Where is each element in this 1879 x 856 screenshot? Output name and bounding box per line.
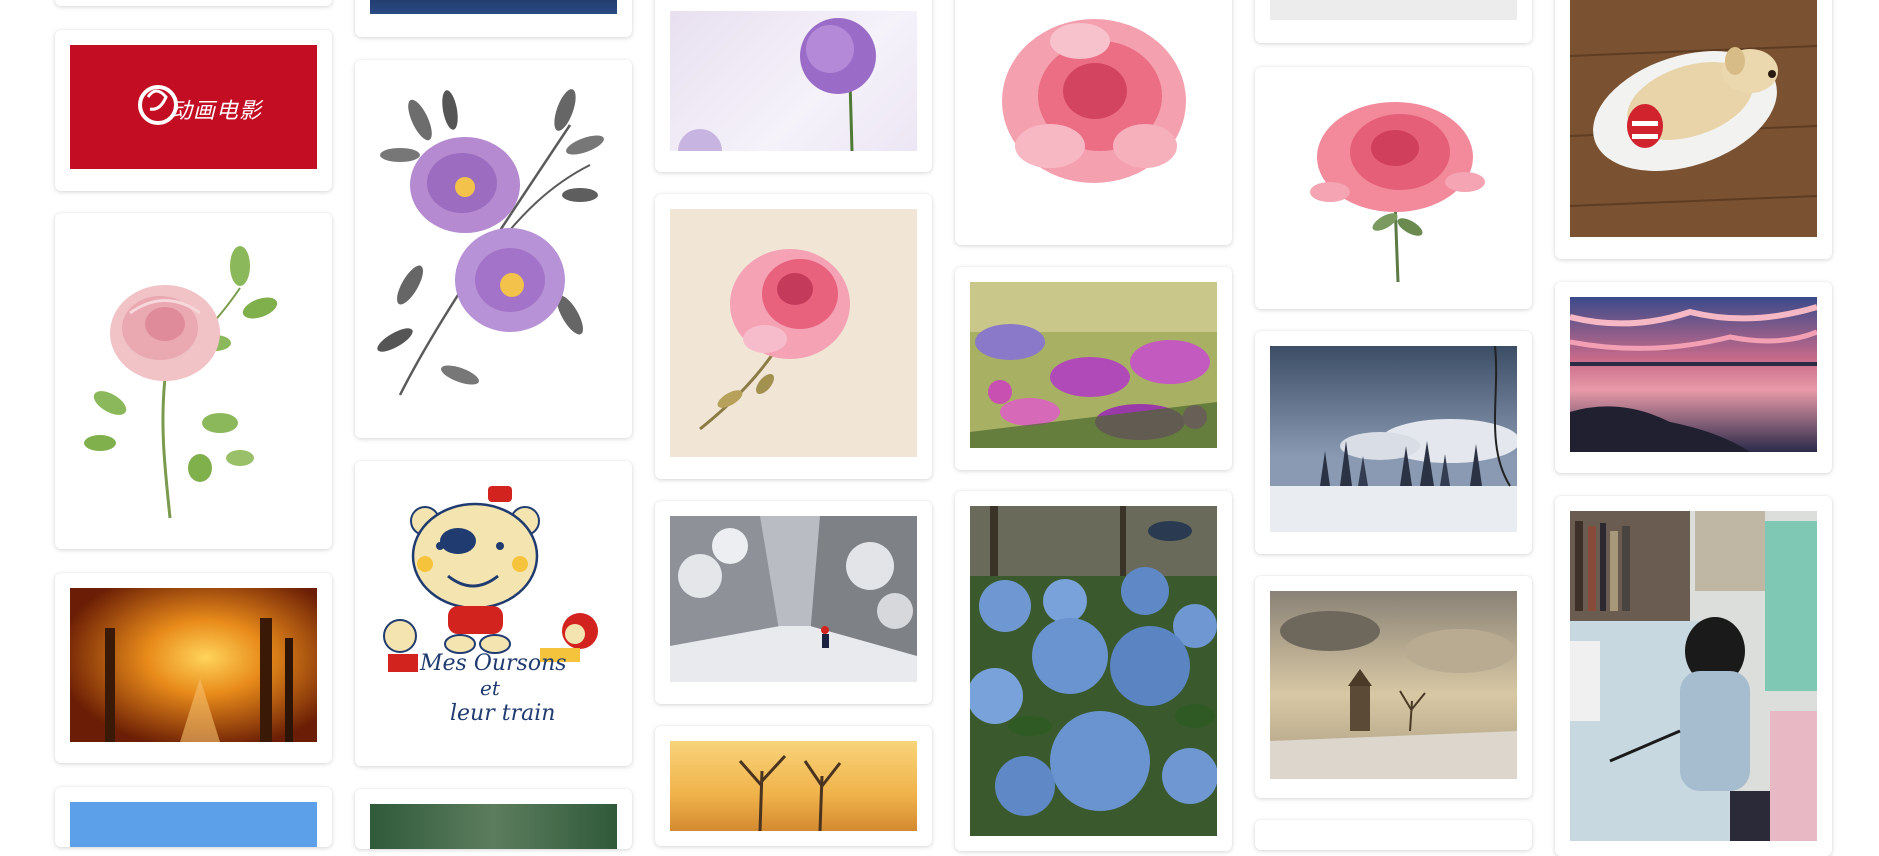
bear-title-line3: leur train bbox=[450, 701, 556, 726]
girl-at-desk-image bbox=[1570, 511, 1817, 841]
purple-peony-branch-image bbox=[370, 75, 617, 423]
image-card[interactable] bbox=[1255, 331, 1532, 554]
image-card[interactable] bbox=[1255, 0, 1532, 43]
winter-trees-landscape-image bbox=[1270, 346, 1517, 532]
image-card[interactable]: Mes Oursons et leur train bbox=[355, 461, 632, 766]
image-card[interactable] bbox=[655, 194, 932, 479]
image-card[interactable] bbox=[55, 213, 332, 549]
masonry-gallery: 动画电影 Mes Oursons et leur train bbox=[0, 0, 1879, 856]
autumn-forest-path-image bbox=[70, 588, 317, 742]
sunset-lake-image bbox=[1570, 297, 1817, 452]
hydrangea-field-image bbox=[970, 282, 1217, 448]
image-card[interactable] bbox=[55, 787, 332, 847]
blue-hydrangeas-image bbox=[970, 506, 1217, 836]
watercolor-peony-image bbox=[670, 209, 917, 457]
image-card[interactable] bbox=[655, 0, 932, 172]
image-card[interactable] bbox=[355, 0, 632, 37]
image-card[interactable] bbox=[955, 491, 1232, 851]
bear-title-line1: Mes Oursons bbox=[420, 651, 567, 676]
movie-logo-text: 动画电影 bbox=[170, 99, 263, 124]
movie-logo-image: 动画电影 bbox=[70, 45, 317, 169]
image-card[interactable] bbox=[355, 60, 632, 438]
sunset-bare-trees-image bbox=[670, 741, 917, 831]
image-card[interactable] bbox=[655, 726, 932, 846]
image-card[interactable] bbox=[1555, 0, 1832, 259]
winter-castle-painting-image bbox=[1270, 591, 1517, 779]
image-card[interactable] bbox=[55, 0, 332, 6]
bear-title-line2: et bbox=[480, 676, 500, 700]
gray-sketch-image bbox=[1270, 0, 1517, 20]
pine-snow-image bbox=[370, 804, 617, 849]
image-card[interactable] bbox=[1255, 820, 1532, 850]
dark-water-image bbox=[370, 0, 617, 14]
image-card[interactable] bbox=[655, 501, 932, 704]
watercolor-pink-rose-image bbox=[70, 228, 317, 534]
pink-peony-image bbox=[970, 0, 1217, 226]
sleeping-puppy-image bbox=[1570, 0, 1817, 237]
image-card[interactable] bbox=[1255, 576, 1532, 798]
image-card[interactable] bbox=[1555, 496, 1832, 856]
image-card[interactable] bbox=[1555, 282, 1832, 473]
image-card[interactable] bbox=[1255, 67, 1532, 309]
image-card[interactable]: 动画电影 bbox=[55, 30, 332, 191]
pink-rose-watercolor-image bbox=[1270, 82, 1517, 292]
image-card[interactable] bbox=[55, 573, 332, 763]
image-card[interactable] bbox=[355, 789, 632, 849]
snowy-forest-road-image bbox=[670, 516, 917, 682]
blue-sky-image bbox=[70, 802, 317, 847]
image-card[interactable] bbox=[955, 267, 1232, 470]
bear-cartoon-image: Mes Oursons et leur train bbox=[370, 476, 617, 751]
purple-allium-image bbox=[670, 11, 917, 151]
image-card[interactable] bbox=[955, 0, 1232, 245]
